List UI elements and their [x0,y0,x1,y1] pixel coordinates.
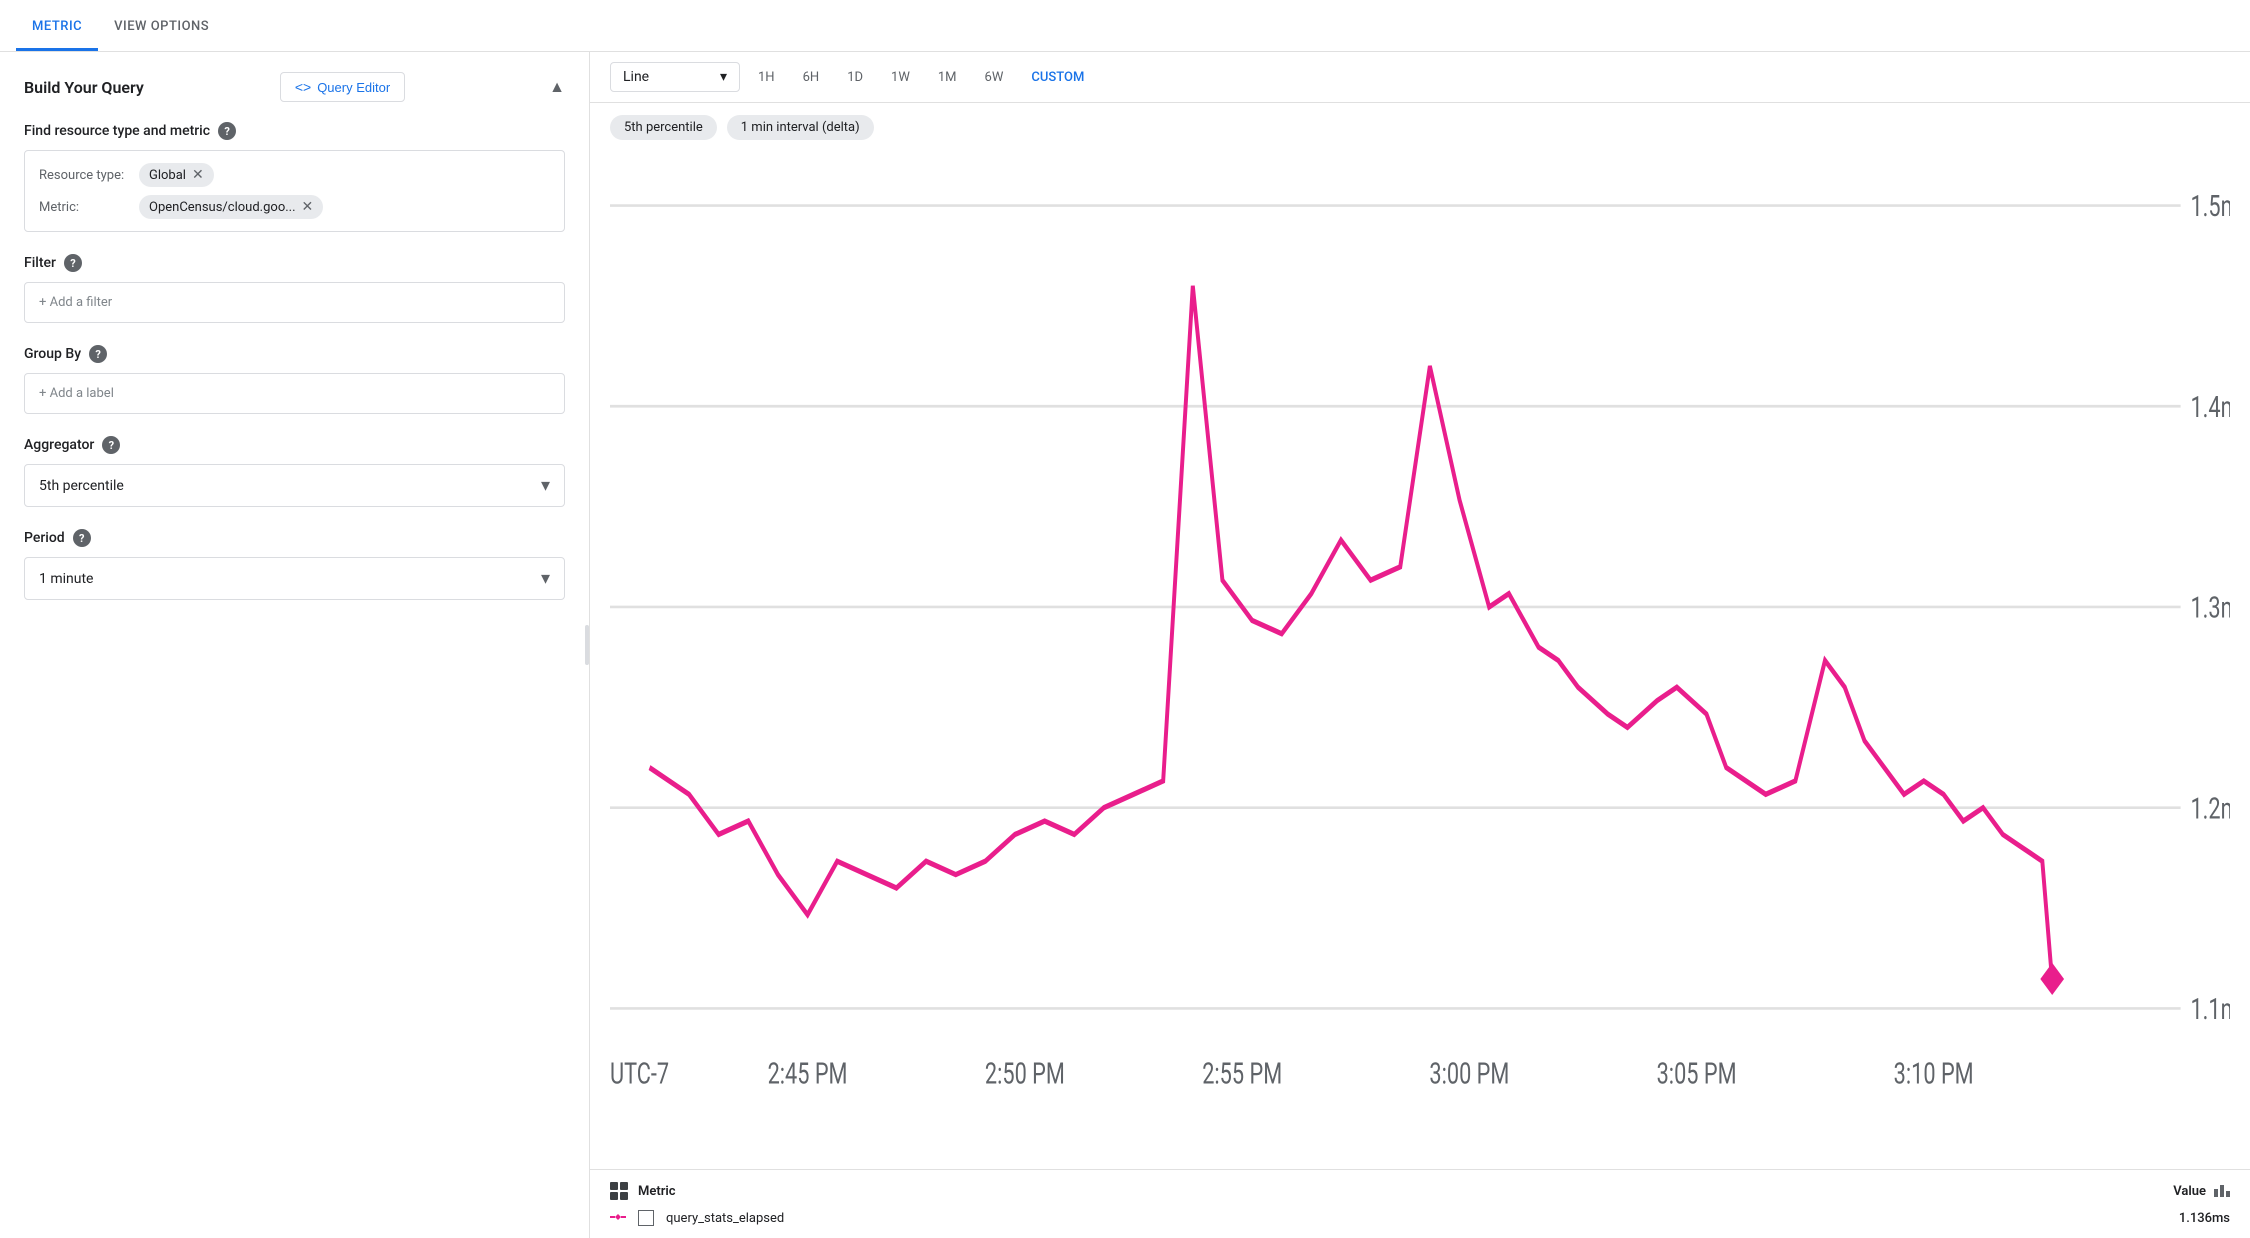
legend-header-left: Metric [610,1182,676,1200]
query-editor-label: Query Editor [317,80,390,95]
period-help-icon[interactable]: ? [73,529,91,547]
left-panel: Build Your Query <> Query Editor ▲ Find … [0,52,590,1238]
aggregator-section: Aggregator ? 5th percentile ▾ [24,436,565,507]
metric-row: Metric: OpenCensus/cloud.goo... ✕ [39,195,550,219]
chart-area: 1.5ms 1.4ms 1.3ms 1.2ms 1.1ms UTC-7 2:45… [590,152,2250,1169]
aggregator-label: Aggregator ? [24,436,565,454]
time-btn-1m[interactable]: 1M [928,64,967,91]
find-resource-label: Find resource type and metric ? [24,122,565,140]
legend-metric-value: 1.136ms [2179,1211,2230,1226]
chart-type-value: Line [623,69,649,85]
tab-metric[interactable]: METRIC [16,5,98,51]
svg-text:1.1ms: 1.1ms [2190,993,2230,1027]
find-resource-help-icon[interactable]: ? [218,122,236,140]
svg-text:1.5ms: 1.5ms [2190,190,2230,224]
chart-svg: 1.5ms 1.4ms 1.3ms 1.2ms 1.1ms UTC-7 2:45… [610,152,2230,1169]
legend-diamond-marker [610,1211,626,1226]
period-select[interactable]: 1 minute ▾ [24,557,565,600]
svg-text:UTC-7: UTC-7 [610,1057,669,1091]
svg-text:1.2ms: 1.2ms [2190,792,2230,826]
resource-type-row: Resource type: Global ✕ [39,163,550,187]
add-label-box[interactable]: + Add a label [24,373,565,414]
svg-text:2:55 PM: 2:55 PM [1202,1057,1282,1091]
resize-handle-bar [585,625,589,665]
collapse-icon[interactable]: ▲ [549,77,565,97]
code-icon: <> [295,79,311,95]
svg-text:1.4ms: 1.4ms [2190,391,2230,425]
metric-label: Metric: [39,200,129,215]
resource-box: Resource type: Global ✕ Metric: OpenCens… [24,150,565,232]
legend-header: Metric Value [610,1182,2230,1200]
group-by-label: Group By ? [24,345,565,363]
aggregator-chevron-icon: ▾ [541,475,550,496]
aggregator-select[interactable]: 5th percentile ▾ [24,464,565,507]
filter-chip-percentile[interactable]: 5th percentile [610,115,717,140]
legend-metric-name: query_stats_elapsed [666,1211,784,1226]
bars-view-icon[interactable] [2214,1185,2230,1197]
time-btn-6w[interactable]: 6W [975,64,1014,91]
filter-section: Filter ? + Add a filter [24,254,565,323]
period-chevron-icon: ▾ [541,568,550,589]
metric-chip-close[interactable]: ✕ [302,199,314,215]
legend-row: query_stats_elapsed 1.136ms [610,1210,2230,1226]
main-layout: Build Your Query <> Query Editor ▲ Find … [0,52,2250,1238]
top-tab-bar: METRIC VIEW OPTIONS [0,0,2250,52]
resource-type-label: Resource type: [39,168,129,183]
filter-help-icon[interactable]: ? [64,254,82,272]
right-panel: Line ▾ 1H 6H 1D 1W 1M 6W CUSTOM 5th perc… [590,52,2250,1238]
filter-chip-interval[interactable]: 1 min interval (delta) [727,115,874,140]
period-label: Period ? [24,529,565,547]
query-editor-button[interactable]: <> Query Editor [280,72,405,102]
group-by-section: Group By ? + Add a label [24,345,565,414]
group-by-help-icon[interactable]: ? [89,345,107,363]
build-query-title: Build Your Query [24,78,144,97]
time-btn-6h[interactable]: 6H [793,64,830,91]
period-section: Period ? 1 minute ▾ [24,529,565,600]
add-filter-box[interactable]: + Add a filter [24,282,565,323]
legend-checkbox[interactable] [638,1210,654,1226]
metric-chip[interactable]: OpenCensus/cloud.goo... ✕ [139,195,323,219]
time-btn-1h[interactable]: 1H [748,64,785,91]
time-btn-1w[interactable]: 1W [881,64,920,91]
svg-text:2:50 PM: 2:50 PM [985,1057,1065,1091]
chart-controls: Line ▾ 1H 6H 1D 1W 1M 6W CUSTOM [590,52,2250,103]
aggregator-value: 5th percentile [39,478,124,494]
legend-value-header: Value [2173,1184,2206,1199]
svg-text:1.3ms: 1.3ms [2190,592,2230,626]
chart-type-chevron: ▾ [720,69,727,85]
chart-legend: Metric Value [590,1169,2250,1238]
resource-type-chip-close[interactable]: ✕ [192,167,204,183]
svg-text:2:45 PM: 2:45 PM [768,1057,848,1091]
filter-chips-bar: 5th percentile 1 min interval (delta) [590,103,2250,152]
svg-text:3:05 PM: 3:05 PM [1657,1057,1737,1091]
resource-type-chip[interactable]: Global ✕ [139,163,214,187]
filter-label: Filter ? [24,254,565,272]
svg-text:3:10 PM: 3:10 PM [1894,1057,1974,1091]
time-btn-1d[interactable]: 1D [837,64,873,91]
svg-text:3:00 PM: 3:00 PM [1429,1057,1509,1091]
period-value: 1 minute [39,571,93,587]
grid-view-icon[interactable] [610,1182,628,1200]
aggregator-help-icon[interactable]: ? [102,436,120,454]
time-btn-custom[interactable]: CUSTOM [1021,64,1094,91]
resize-handle[interactable] [583,52,589,1238]
find-resource-section: Find resource type and metric ? Resource… [24,122,565,232]
build-query-header: Build Your Query <> Query Editor ▲ [24,72,565,102]
legend-metric-header: Metric [638,1184,676,1199]
tab-view-options[interactable]: VIEW OPTIONS [98,5,225,51]
chart-type-select[interactable]: Line ▾ [610,62,740,92]
